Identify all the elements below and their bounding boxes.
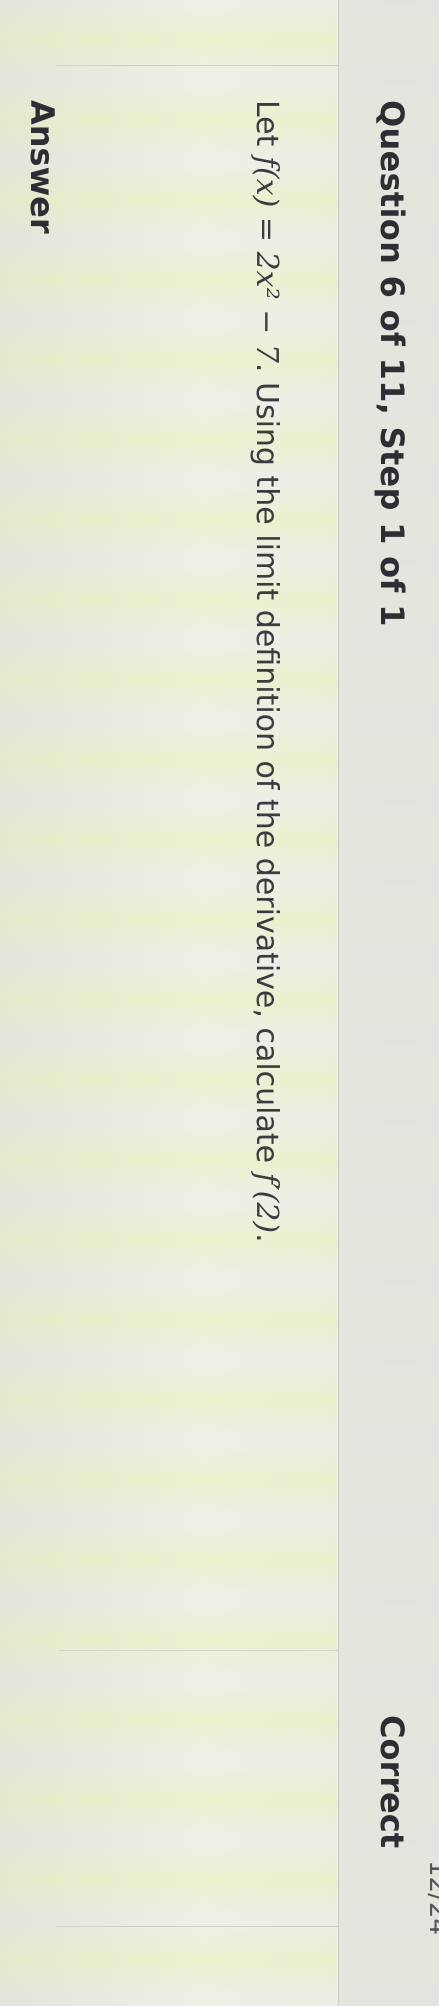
status-correct-label: Correct xyxy=(373,1715,411,1848)
question-middle: . Using the limit definition of the deri… xyxy=(249,362,284,1173)
question-title: Question 6 of 11, Step 1 of 1 xyxy=(373,100,411,627)
question-prefix: Let xyxy=(249,100,284,156)
question-panel xyxy=(56,65,339,1927)
cut-off-counter: 12/24 xyxy=(423,1860,439,1935)
function-expression: f(x) = 2x² − 7 xyxy=(249,155,284,363)
question-text: Let f(x) = 2x² − 7. Using the limit defi… xyxy=(249,100,284,1243)
panel-divider xyxy=(59,1650,339,1651)
answer-label: Answer xyxy=(23,100,61,234)
question-suffix: . xyxy=(249,1233,284,1243)
question-page: 12/24 Question 6 of 11, Step 1 of 1 Corr… xyxy=(0,0,439,2006)
derivative-target: f′(2) xyxy=(249,1172,284,1234)
